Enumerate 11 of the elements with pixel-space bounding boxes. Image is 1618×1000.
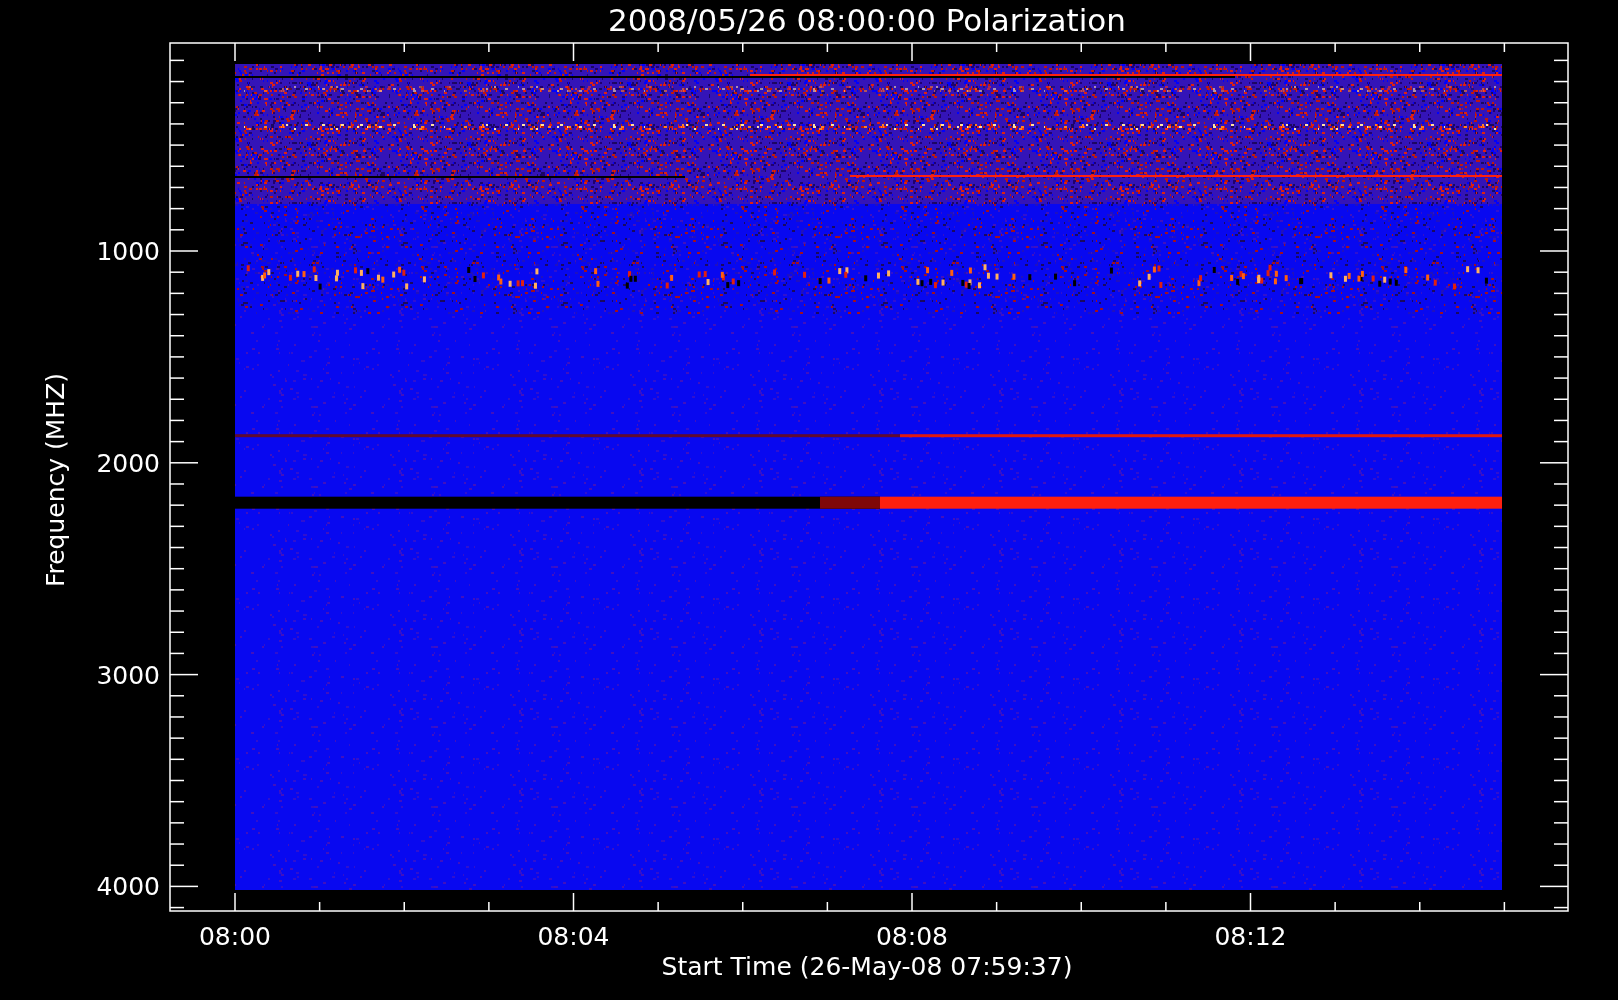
x-tick-label: 08:08	[876, 922, 948, 951]
x-axis-title: Start Time (26-May-08 07:59:37)	[661, 952, 1073, 981]
y-tick-label: 1000	[96, 237, 160, 266]
y-tick-label: 3000	[96, 660, 160, 690]
y-tick-label: 4000	[96, 872, 160, 902]
y-tick-label: 2000	[96, 448, 160, 478]
plot-title: 2008/05/26 08:00:00 Polarization	[608, 2, 1126, 38]
x-tick-label: 08:00	[199, 922, 271, 951]
x-tick-label: 08:12	[1214, 922, 1287, 951]
y-axis-title: Frequency (MHZ)	[41, 372, 70, 588]
x-tick-label: 08:04	[537, 922, 610, 951]
